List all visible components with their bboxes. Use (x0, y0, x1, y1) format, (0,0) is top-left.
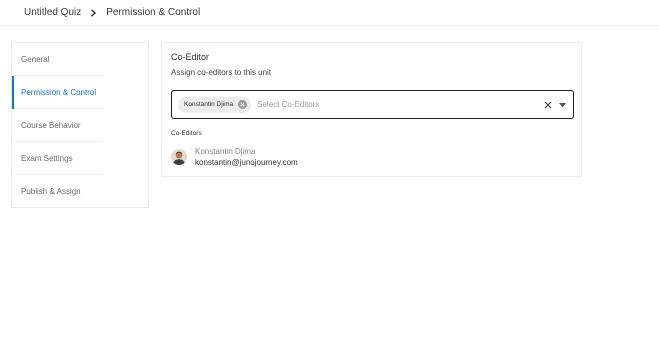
list-item: Konstantin Djima konstantin@junojourney.… (171, 147, 298, 167)
sidebar-item-permission-control[interactable]: Permission & Control (12, 76, 148, 109)
close-icon[interactable] (544, 101, 552, 109)
breadcrumb: Untitled Quiz Permission & Control (0, 0, 659, 26)
coeditors-list-label: Co-Editors (171, 130, 202, 137)
avatar (171, 149, 187, 165)
chevron-right-icon (90, 8, 97, 17)
editor-email: konstantin@junojourney.com (195, 158, 298, 167)
editor-name: Konstantin Djima (195, 147, 256, 156)
breadcrumb-current: Permission & Control (106, 7, 201, 18)
caret-down-icon[interactable] (559, 103, 566, 108)
card-subtitle: Assign co-editors to this unit (171, 68, 272, 77)
card-title: Co-Editor (171, 52, 210, 62)
coeditor-card: Co-Editor Assign co-editors to this unit… (161, 42, 582, 177)
settings-sidebar: General Permission & Control Course Beha… (11, 42, 149, 208)
coeditor-search-input[interactable] (257, 100, 458, 109)
close-circle-icon[interactable] (238, 100, 248, 109)
selected-chip: Konstantin Djima (178, 96, 252, 113)
sidebar-item-general[interactable]: General (12, 43, 148, 76)
sidebar-item-course-behavior[interactable]: Course Behavior (12, 109, 148, 142)
coeditor-select[interactable]: Konstantin Djima (171, 90, 574, 119)
sidebar-item-exam-settings[interactable]: Exam Settings (12, 142, 148, 175)
breadcrumb-root[interactable]: Untitled Quiz (24, 7, 81, 18)
sidebar-item-publish-assign[interactable]: Publish & Assign (12, 175, 148, 208)
chip-label: Konstantin Djima (184, 101, 234, 108)
